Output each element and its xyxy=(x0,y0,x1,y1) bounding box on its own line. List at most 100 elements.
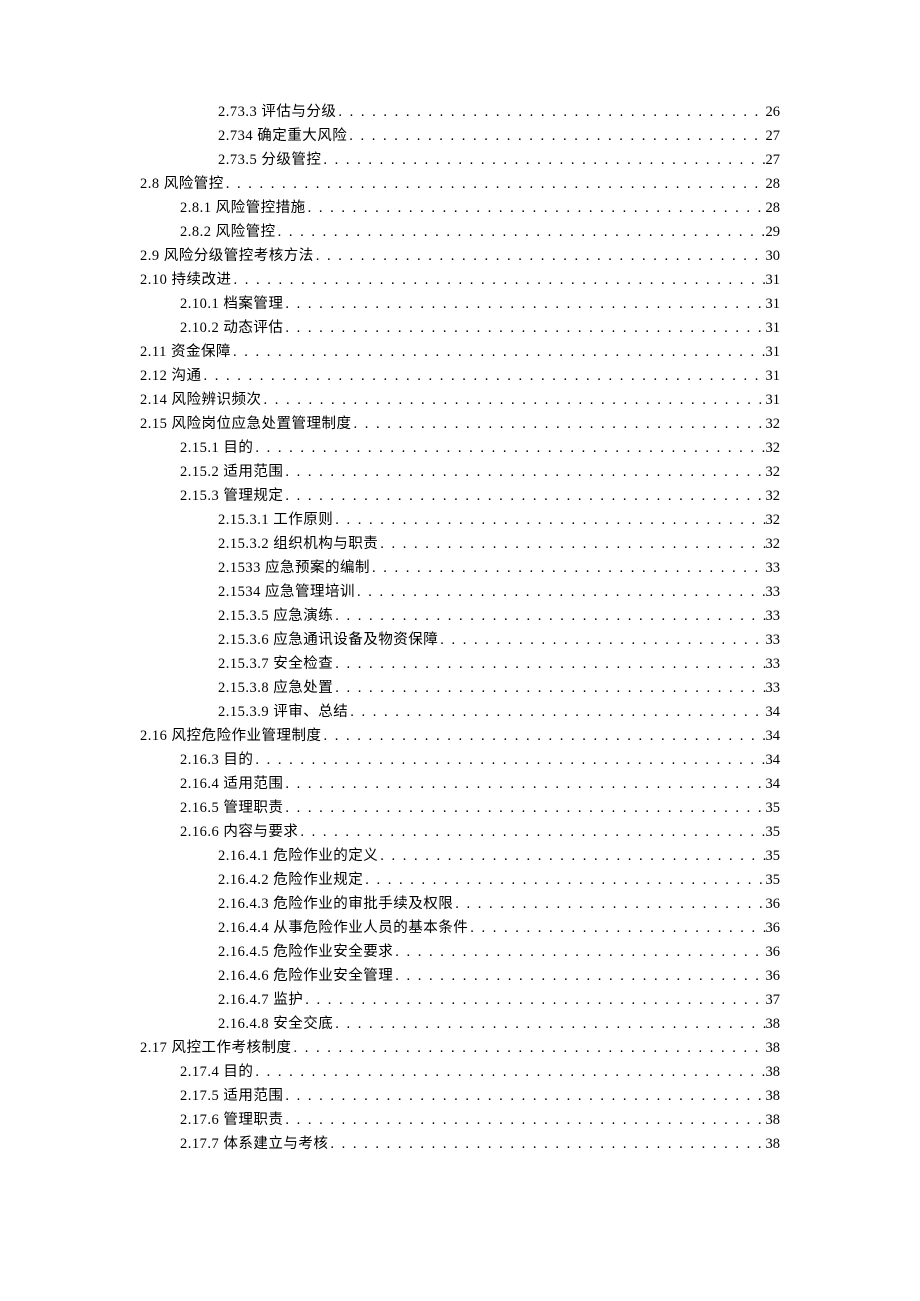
toc-leader xyxy=(283,1089,765,1104)
toc-entry[interactable]: 2.73.3 评估与分级26 xyxy=(140,105,780,120)
toc-label: 2.10 持续改进 xyxy=(140,273,232,288)
toc-leader xyxy=(303,993,765,1008)
toc-entry[interactable]: 2.15.3.8 应急处置33 xyxy=(140,681,780,696)
toc-label: 2.16.3 目的 xyxy=(180,753,253,768)
toc-leader xyxy=(298,825,765,840)
toc-entry[interactable]: 2.15.3.5 应急演练33 xyxy=(140,609,780,624)
toc-list: 2.73.3 评估与分级262.734 确定重大风险272.73.5 分级管控2… xyxy=(140,105,780,1152)
toc-leader xyxy=(231,345,766,360)
toc-entry[interactable]: 2.16.5 管理职责35 xyxy=(140,801,780,816)
toc-entry[interactable]: 2.16.4 适用范围 34 xyxy=(140,777,780,792)
toc-label: 2.11 资金保障 xyxy=(140,345,231,360)
toc-leader xyxy=(283,465,765,480)
toc-page-number: 32 xyxy=(766,489,781,504)
toc-page-number: 29 xyxy=(766,225,781,240)
toc-page-number: 35 xyxy=(766,801,781,816)
toc-entry[interactable]: 2.15.2 适用范围32 xyxy=(140,465,780,480)
toc-entry[interactable]: 2.10.1 档案管理31 xyxy=(140,297,780,312)
toc-leader xyxy=(328,1137,765,1152)
toc-page-number: 31 xyxy=(766,393,781,408)
toc-leader xyxy=(253,753,765,768)
toc-entry[interactable]: 2.15.3 管理规定32 xyxy=(140,489,780,504)
toc-label: 2.734 确定重大风险 xyxy=(218,129,347,144)
toc-entry[interactable]: 2.8.2 风险管控 29 xyxy=(140,225,780,240)
toc-entry[interactable]: 2.16.4.8 安全交底38 xyxy=(140,1017,780,1032)
toc-entry[interactable]: 2.16.4.3 危险作业的审批手续及权限36 xyxy=(140,897,780,912)
toc-entry[interactable]: 2.17.5 适用范围38 xyxy=(140,1089,780,1104)
toc-label: 2.15.1 目的 xyxy=(180,441,253,456)
toc-entry[interactable]: 2.16.3 目的34 xyxy=(140,753,780,768)
toc-entry[interactable]: 2.11 资金保障31 xyxy=(140,345,780,360)
toc-label: 2.15.3.9 评审、总结 xyxy=(218,705,348,720)
toc-entry[interactable]: 2.17.6 管理职责38 xyxy=(140,1113,780,1128)
toc-leader xyxy=(348,705,765,720)
toc-entry[interactable]: 2.73.5 分级管控27 xyxy=(140,153,780,168)
toc-entry[interactable]: 2.8 风险管控28 xyxy=(140,177,780,192)
toc-leader xyxy=(355,585,766,600)
toc-entry[interactable]: 2.16.6 内容与要求35 xyxy=(140,825,780,840)
toc-leader xyxy=(283,489,765,504)
toc-leader xyxy=(393,969,765,984)
toc-leader xyxy=(333,513,765,528)
toc-entry[interactable]: 2.15.3.6 应急通讯设备及物资保障33 xyxy=(140,633,780,648)
toc-label: 2.15.3.1 工作原则 xyxy=(218,513,333,528)
toc-entry[interactable]: 2.15.3.9 评审、总结34 xyxy=(140,705,780,720)
toc-entry[interactable]: 2.8.1 风险管控措施 28 xyxy=(140,201,780,216)
toc-page-number: 30 xyxy=(766,249,781,264)
toc-page-number: 36 xyxy=(766,921,781,936)
toc-entry[interactable]: 2.17.7 体系建立与考核38 xyxy=(140,1137,780,1152)
toc-entry[interactable]: 2.17.4 目的38 xyxy=(140,1065,780,1080)
toc-entry[interactable]: 2.15.3.7 安全检查33 xyxy=(140,657,780,672)
toc-entry[interactable]: 2.16.4.5 危险作业安全要求36 xyxy=(140,945,780,960)
toc-label: 2.8 风险管控 xyxy=(140,177,224,192)
toc-entry[interactable]: 2.16.4.2 危险作业规定35 xyxy=(140,873,780,888)
toc-leader xyxy=(202,369,766,384)
toc-label: 2.8.2 风险管控 xyxy=(180,225,276,240)
toc-label: 2.10.1 档案管理 xyxy=(180,297,283,312)
toc-entry[interactable]: 2.16.4.4 从事危险作业人员的基本条件36 xyxy=(140,921,780,936)
toc-label: 2.1534 应急管理培训 xyxy=(218,585,355,600)
toc-leader xyxy=(378,537,765,552)
toc-leader xyxy=(283,297,765,312)
toc-leader xyxy=(292,1041,766,1056)
toc-page-number: 27 xyxy=(766,129,781,144)
toc-page-number: 34 xyxy=(766,777,781,792)
toc-leader xyxy=(393,945,765,960)
toc-entry[interactable]: 2.15 风险岗位应急处置管理制度32 xyxy=(140,417,780,432)
toc-page-number: 38 xyxy=(766,1065,781,1080)
toc-entry[interactable]: 2.1533 应急预案的编制33 xyxy=(140,561,780,576)
toc-leader xyxy=(276,225,766,240)
toc-label: 2.12 沟通 xyxy=(140,369,202,384)
toc-page-number: 38 xyxy=(766,1089,781,1104)
toc-entry[interactable]: 2.16 风控危险作业管理制度34 xyxy=(140,729,780,744)
toc-page-number: 33 xyxy=(766,681,781,696)
toc-leader xyxy=(378,849,765,864)
toc-label: 2.15.3.6 应急通讯设备及物资保障 xyxy=(218,633,438,648)
toc-entry[interactable]: 2.16.4.1 危险作业的定义35 xyxy=(140,849,780,864)
toc-page-number: 38 xyxy=(766,1113,781,1128)
toc-leader xyxy=(314,249,766,264)
toc-entry[interactable]: 2.15.3.1 工作原则32 xyxy=(140,513,780,528)
toc-entry[interactable]: 2.1534 应急管理培训33 xyxy=(140,585,780,600)
toc-label: 2.16.4 适用范围 xyxy=(180,777,283,792)
toc-entry[interactable]: 2.16.4.6 危险作业安全管理36 xyxy=(140,969,780,984)
toc-page-number: 37 xyxy=(766,993,781,1008)
toc-entry[interactable]: 2.15.3.2 组织机构与职责32 xyxy=(140,537,780,552)
toc-entry[interactable]: 2.16.4.7 监护37 xyxy=(140,993,780,1008)
toc-page: 2.73.3 评估与分级262.734 确定重大风险272.73.5 分级管控2… xyxy=(0,0,920,1241)
toc-entry[interactable]: 2.734 确定重大风险 27 xyxy=(140,129,780,144)
toc-entry[interactable]: 2.9 风险分级管控考核方法 30 xyxy=(140,249,780,264)
toc-page-number: 32 xyxy=(766,465,781,480)
toc-label: 2.9 风险分级管控考核方法 xyxy=(140,249,314,264)
toc-page-number: 33 xyxy=(766,609,781,624)
toc-entry[interactable]: 2.10 持续改进31 xyxy=(140,273,780,288)
toc-page-number: 28 xyxy=(766,201,781,216)
toc-entry[interactable]: 2.10.2 动态评估31 xyxy=(140,321,780,336)
toc-entry[interactable]: 2.17 风控工作考核制度38 xyxy=(140,1041,780,1056)
toc-leader xyxy=(283,801,765,816)
toc-label: 2.8.1 风险管控措施 xyxy=(180,201,306,216)
toc-entry[interactable]: 2.15.1 目的32 xyxy=(140,441,780,456)
toc-page-number: 27 xyxy=(766,153,781,168)
toc-entry[interactable]: 2.12 沟通31 xyxy=(140,369,780,384)
toc-entry[interactable]: 2.14 风险辨识频次31 xyxy=(140,393,780,408)
